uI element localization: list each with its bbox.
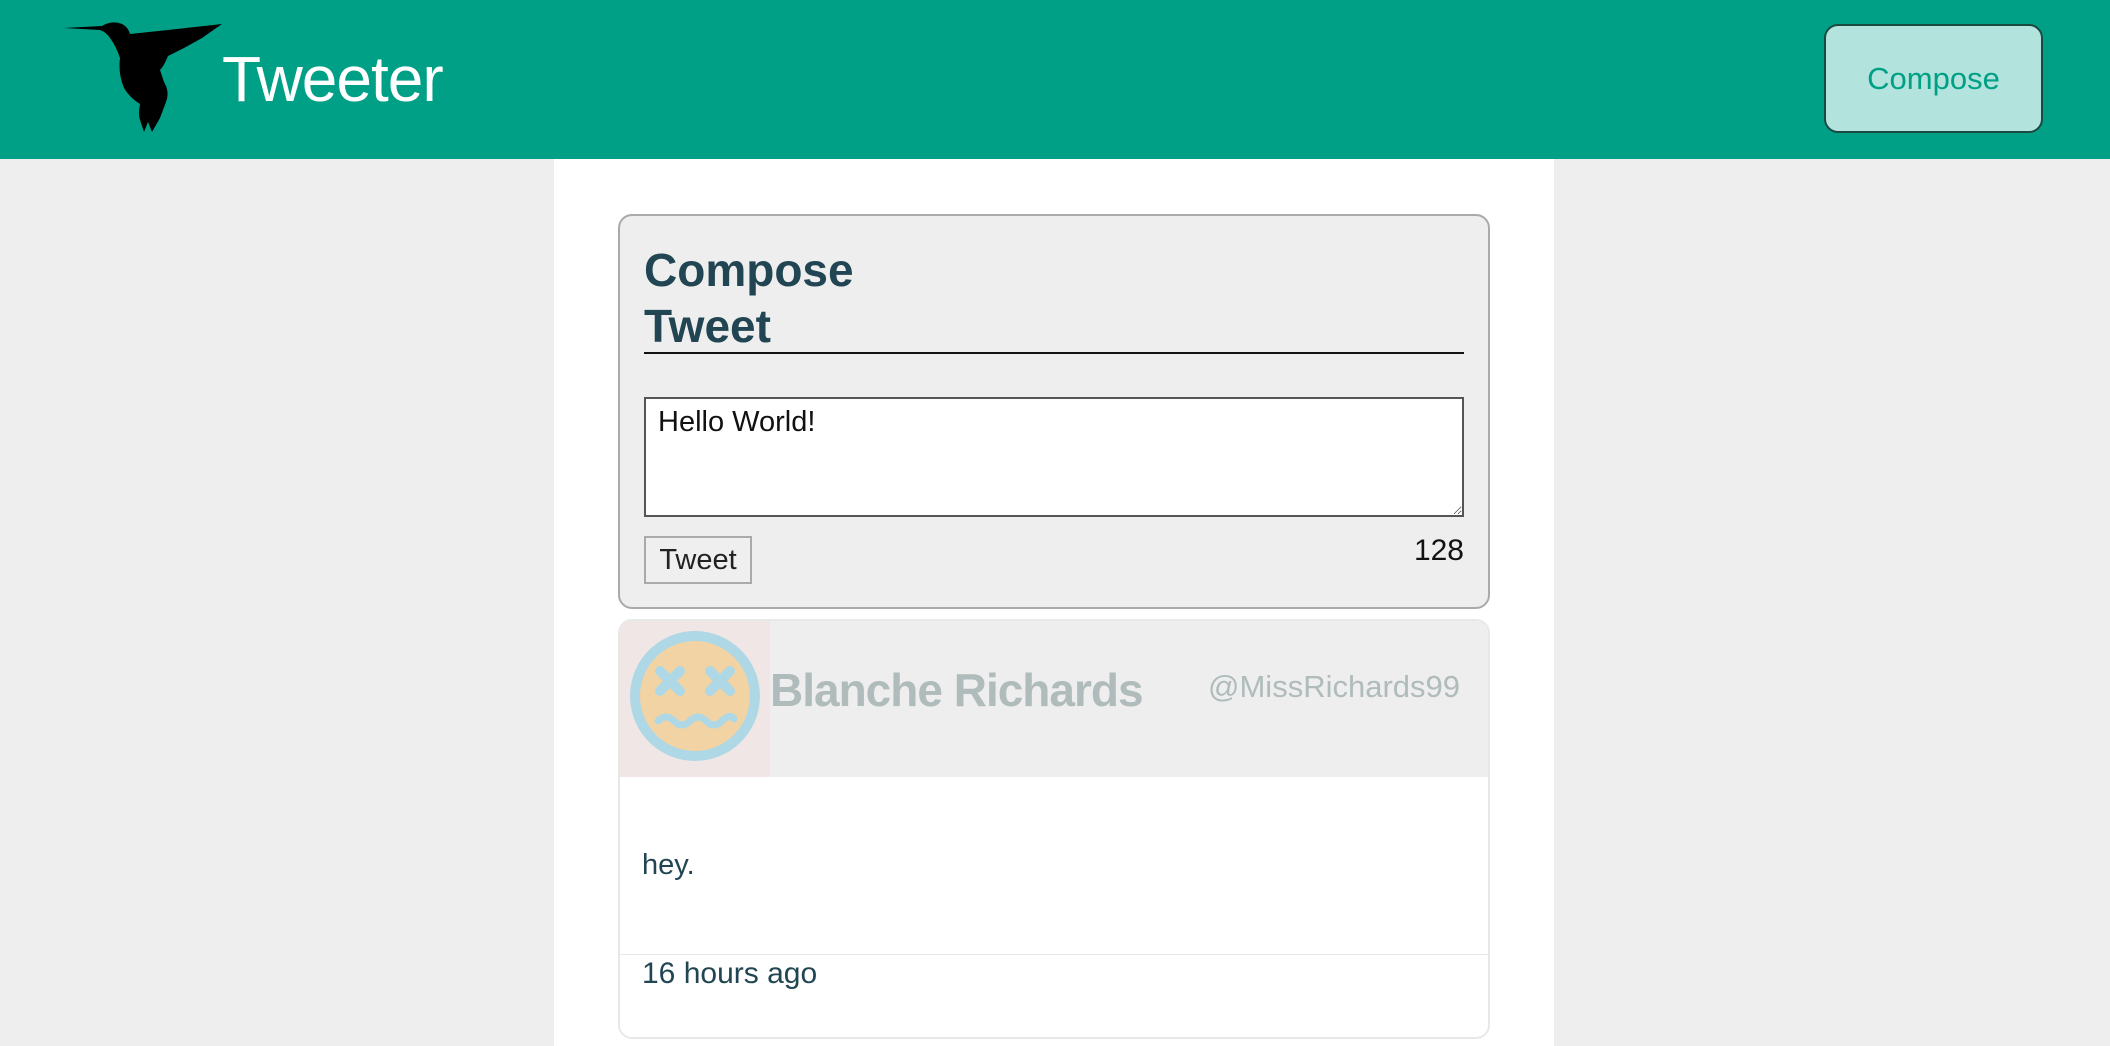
dizzy-face-avatar-icon (630, 631, 760, 761)
tweet-header: Blanche Richards @MissRichards99 (620, 621, 1488, 777)
compose-heading: Compose Tweet (644, 244, 854, 352)
avatar (620, 621, 770, 777)
tweet-card: Blanche Richards @MissRichards99 hey. 16… (618, 619, 1490, 1039)
tweet-submit-button[interactable]: Tweet (644, 536, 752, 584)
new-tweet-form: Compose Tweet Tweet 128 (618, 214, 1490, 609)
brand-title[interactable]: Tweeter (222, 42, 444, 116)
hummingbird-icon (64, 22, 222, 132)
main-column: Compose Tweet Tweet 128 Blanche Rich (554, 159, 1554, 1046)
tweet-text-input[interactable] (644, 397, 1464, 517)
character-counter: 128 (1413, 534, 1464, 567)
top-navbar: Tweeter Compose (0, 0, 2110, 159)
author-name: Blanche Richards (770, 664, 1144, 716)
author-handle: @MissRichards99 (1208, 669, 1460, 704)
compose-divider (644, 352, 1464, 354)
tweet-footer-divider (620, 954, 1488, 955)
compose-toggle-button[interactable]: Compose (1824, 24, 2043, 133)
tweet-timestamp: 16 hours ago (642, 957, 818, 990)
tweet-content: hey. (642, 849, 695, 881)
